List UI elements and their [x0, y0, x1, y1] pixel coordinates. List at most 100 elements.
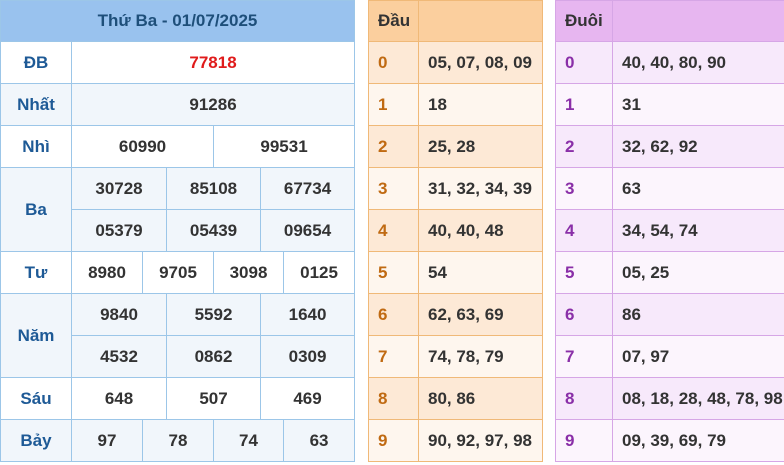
prize-value: 91286	[70, 83, 356, 126]
duoi-values: 34, 54, 74	[612, 209, 784, 252]
duoi-values: 09, 39, 69, 79	[612, 419, 784, 462]
prize-value: 60990	[71, 125, 214, 168]
duoi-digit: 1	[555, 83, 613, 126]
dau-values: 80, 86	[418, 377, 543, 420]
dau-digit: 8	[368, 377, 419, 420]
dau-values: 25, 28	[418, 125, 543, 168]
prize-label-ba: Ba	[0, 167, 72, 252]
dau-digit: 7	[368, 335, 419, 378]
duoi-row: 6 86	[555, 293, 784, 336]
prize-value: 99531	[212, 125, 356, 168]
prize-row-nhi: Nhì 60990 99531	[0, 125, 356, 168]
duoi-digit: 4	[555, 209, 613, 252]
dau-values: 62, 63, 69	[418, 293, 543, 336]
prize-value: 9840	[71, 293, 167, 336]
dau-digit: 3	[368, 167, 419, 210]
prize-row-tu: Tư 8980 9705 3098 0125	[0, 251, 356, 294]
duoi-row: 5 05, 25	[555, 251, 784, 294]
prize-label-nhi: Nhì	[0, 125, 72, 168]
dau-values: 31, 32, 34, 39	[418, 167, 543, 210]
dau-row: 1 18	[368, 83, 543, 126]
prize-value: 648	[71, 377, 167, 420]
prize-value: 05379	[71, 209, 167, 252]
prize-value: 0309	[259, 335, 356, 378]
duoi-row: 1 31	[555, 83, 784, 126]
dau-values: 05, 07, 08, 09	[418, 41, 543, 84]
duoi-row: 9 09, 39, 69, 79	[555, 419, 784, 462]
dau-row: 7 74, 78, 79	[368, 335, 543, 378]
prize-label-db: ĐB	[0, 41, 72, 84]
prize-value: 77818	[70, 41, 356, 84]
results-date-title: Thứ Ba - 01/07/2025	[0, 0, 356, 42]
duoi-row: 0 40, 40, 80, 90	[555, 41, 784, 84]
dau-digit: 0	[368, 41, 419, 84]
prize-row-ba: Ba 30728 85108 67734	[0, 167, 356, 252]
duoi-digit: 2	[555, 125, 613, 168]
prize-value: 8980	[71, 251, 143, 294]
duoi-digit: 9	[555, 419, 613, 462]
dau-digit: 5	[368, 251, 419, 294]
duoi-digit: 5	[555, 251, 613, 294]
prize-row-nhat: Nhất 91286	[0, 83, 356, 126]
dau-values: 90, 92, 97, 98	[418, 419, 543, 462]
dau-row: 2 25, 28	[368, 125, 543, 168]
duoi-values: 08, 18, 28, 48, 78, 98	[612, 377, 784, 420]
dau-row: 9 90, 92, 97, 98	[368, 419, 543, 462]
duoi-digit: 8	[555, 377, 613, 420]
duoi-values: 40, 40, 80, 90	[612, 41, 784, 84]
duoi-values: 32, 62, 92	[612, 125, 784, 168]
dau-header: Đầu	[368, 0, 419, 42]
dau-values: 40, 40, 48	[418, 209, 543, 252]
prize-row-db: ĐB 77818	[0, 41, 356, 84]
prize-value: 05439	[166, 209, 261, 252]
dau-table: Đầu 0 05, 07, 08, 09 1 18 2 25, 28 3 31, 32, 34…	[368, 0, 543, 462]
prize-label-nam: Năm	[0, 293, 72, 378]
prize-value: 67734	[259, 167, 356, 210]
prize-value: 0125	[282, 251, 356, 294]
prize-row-bay: Bảy 97 78 74 63	[0, 419, 356, 462]
duoi-row: 7 07, 97	[555, 335, 784, 378]
duoi-digit: 0	[555, 41, 613, 84]
dau-header-blank	[418, 0, 543, 42]
prize-row-sau: Sáu 648 507 469	[0, 377, 356, 420]
prize-value: 63	[282, 419, 356, 462]
duoi-header: Đuôi	[555, 0, 613, 42]
duoi-digit: 3	[555, 167, 613, 210]
prize-value: 30728	[71, 167, 167, 210]
dau-row: 6 62, 63, 69	[368, 293, 543, 336]
dau-row: 4 40, 40, 48	[368, 209, 543, 252]
prize-value: 74	[213, 419, 284, 462]
prize-value: 507	[166, 377, 261, 420]
prize-value: 78	[142, 419, 214, 462]
duoi-values: 07, 97	[612, 335, 784, 378]
prize-row-nam: Năm 9840 5592 1640	[0, 293, 356, 378]
prize-label-sau: Sáu	[0, 377, 72, 420]
dau-digit: 2	[368, 125, 419, 168]
duoi-row: 2 32, 62, 92	[555, 125, 784, 168]
duoi-table: Đuôi 0 40, 40, 80, 90 1 31 2 32, 62, 92 3 63 4 34…	[555, 0, 784, 462]
prize-value: 0862	[166, 335, 261, 378]
dau-row: 5 54	[368, 251, 543, 294]
dau-values: 74, 78, 79	[418, 335, 543, 378]
prize-label-tu: Tư	[0, 251, 72, 294]
prize-value: 3098	[213, 251, 284, 294]
duoi-row: 8 08, 18, 28, 48, 78, 98	[555, 377, 784, 420]
duoi-digit: 6	[555, 293, 613, 336]
prize-label-bay: Bảy	[0, 419, 72, 462]
prize-value: 09654	[259, 209, 356, 252]
prize-value: 97	[71, 419, 143, 462]
duoi-row: 4 34, 54, 74	[555, 209, 784, 252]
dau-row: 3 31, 32, 34, 39	[368, 167, 543, 210]
duoi-values: 86	[612, 293, 784, 336]
duoi-values: 31	[612, 83, 784, 126]
duoi-digit: 7	[555, 335, 613, 378]
prize-value: 5592	[166, 293, 261, 336]
results-table: Thứ Ba - 01/07/2025 ĐB 77818 Nhất 91286 …	[0, 0, 356, 462]
dau-values: 54	[418, 251, 543, 294]
prize-value: 469	[259, 377, 356, 420]
dau-digit: 9	[368, 419, 419, 462]
prize-value: 85108	[166, 167, 261, 210]
prize-value: 9705	[142, 251, 214, 294]
dau-row: 0 05, 07, 08, 09	[368, 41, 543, 84]
dau-row: 8 80, 86	[368, 377, 543, 420]
